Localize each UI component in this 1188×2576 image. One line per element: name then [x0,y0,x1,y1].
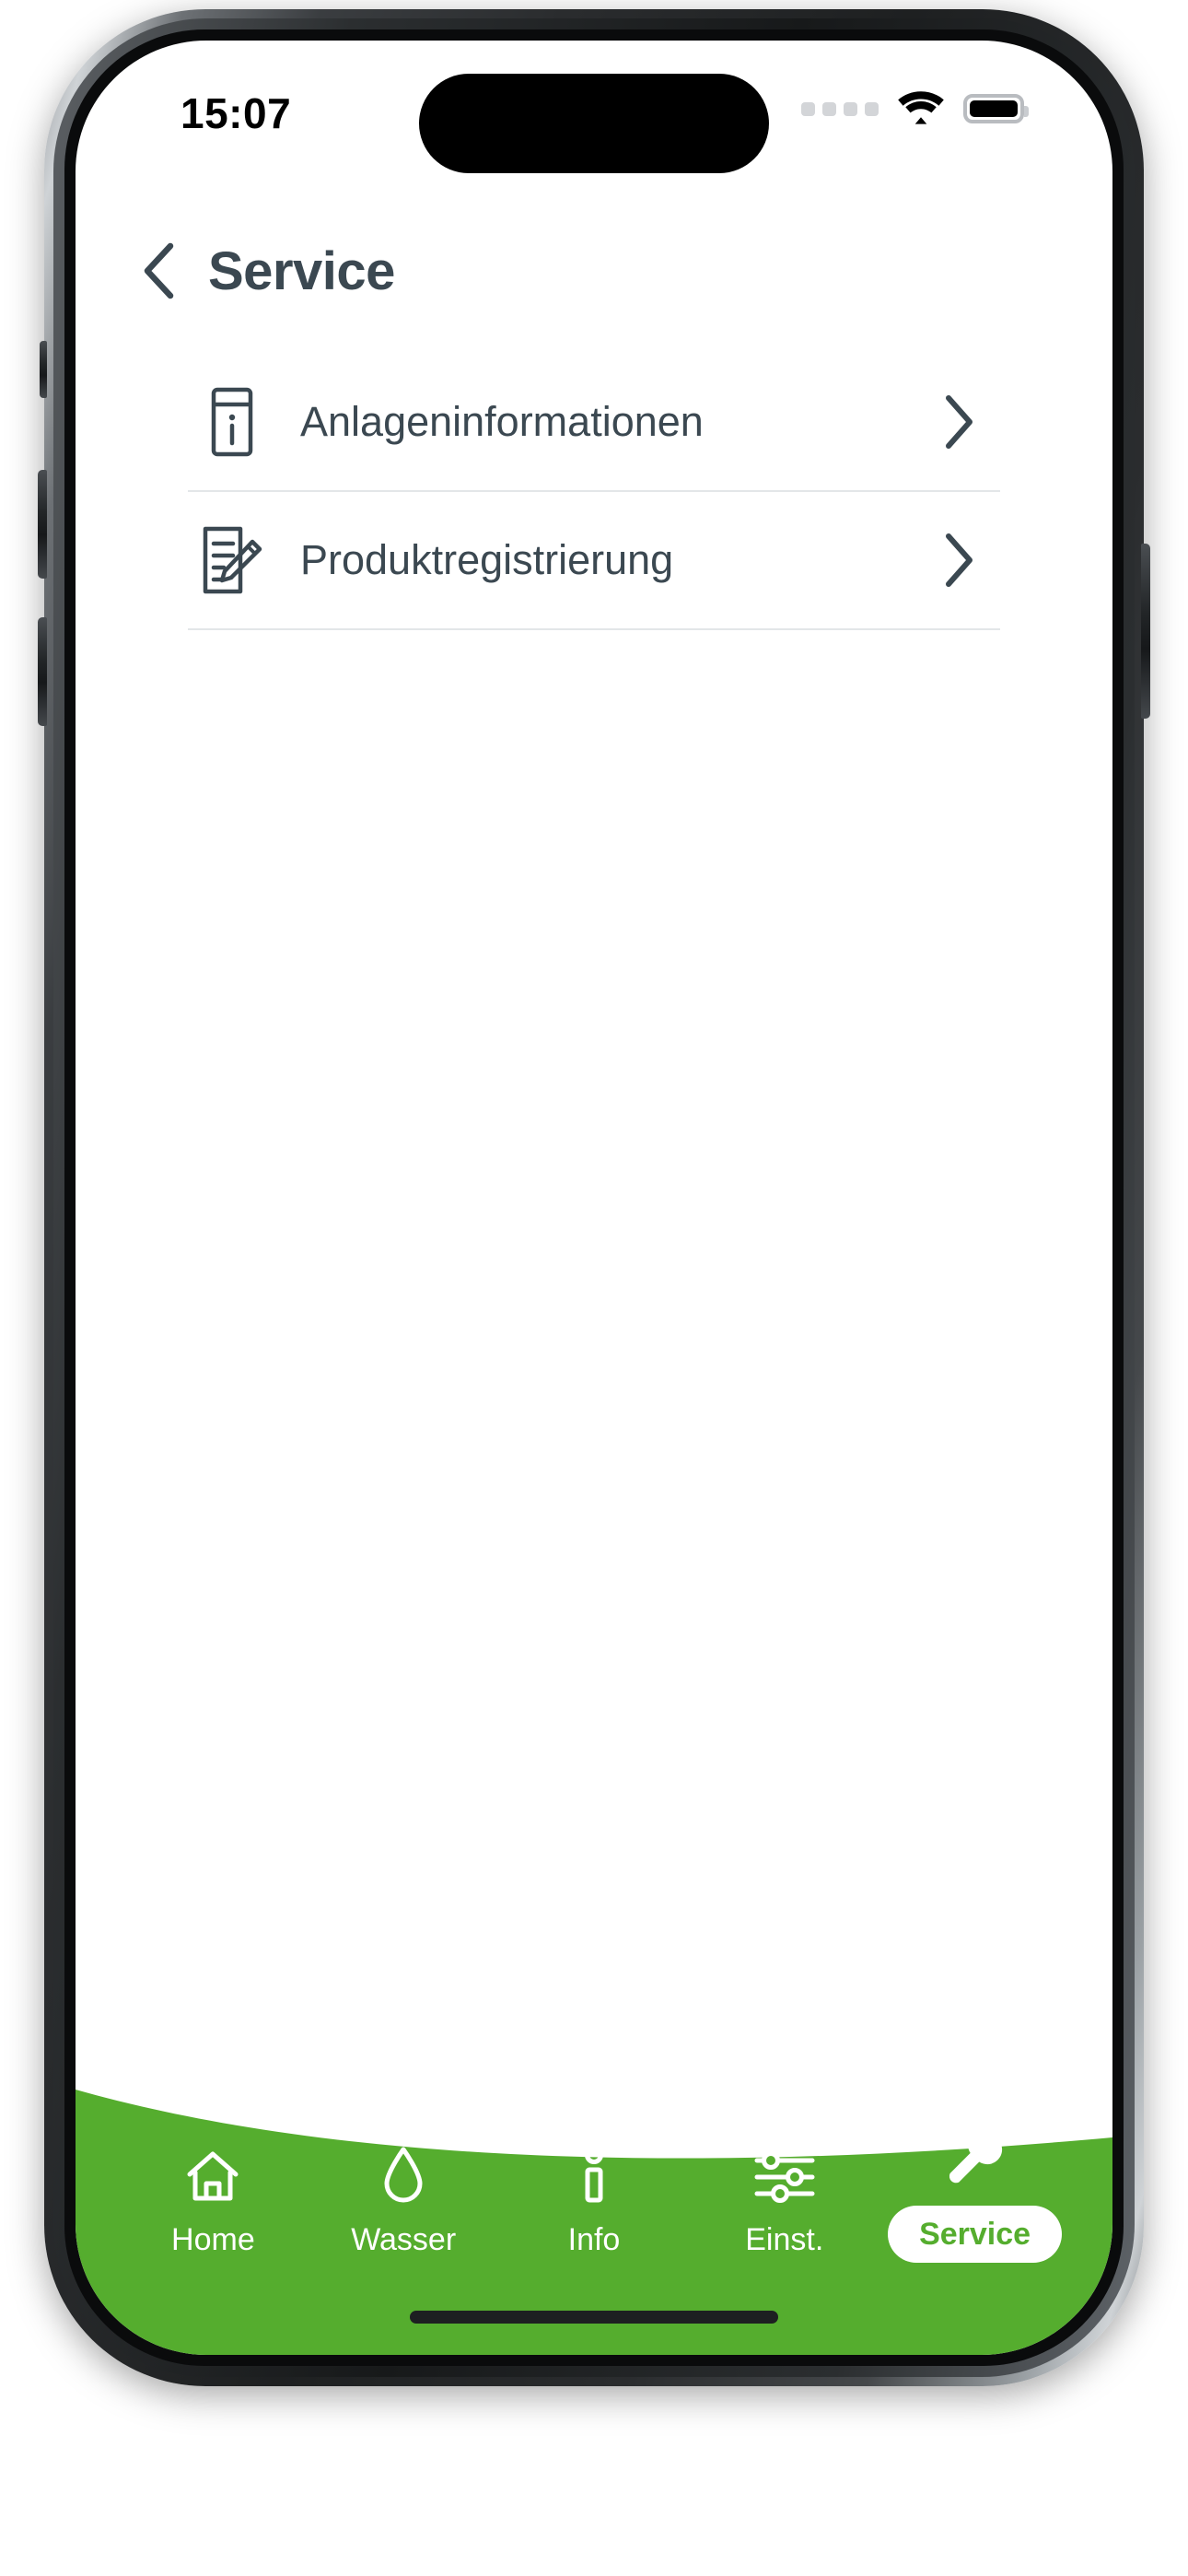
nav-item-service[interactable]: Service [888,2119,1063,2263]
status-bar-icons [801,87,1029,131]
sliders-icon [752,2137,817,2206]
cellular-dot [865,101,879,116]
nav-item-label: Home [171,2222,255,2257]
status-bar-time: 15:07 [181,89,292,137]
status-bar: 15:07 [76,41,1112,179]
document-pencil-icon [188,525,276,595]
back-button[interactable] [129,234,188,308]
cellular-dots-icon [801,101,879,116]
cellular-dot [844,101,857,116]
info-icon [578,2137,610,2206]
wrench-icon [945,2119,1006,2187]
dynamic-island [419,74,769,173]
phone-screen: 15:07 Service Anlageninformationen Produ… [76,41,1112,2355]
volume-up-button[interactable] [38,470,47,579]
bottom-navigation: Home Wasser Info Einst. Service [76,2069,1112,2355]
chevron-left-icon [144,242,174,299]
nav-item-home[interactable]: Home [134,2137,291,2255]
nav-item-info[interactable]: Info [516,2137,672,2255]
silent-switch-button[interactable] [40,341,47,398]
chevron-right-icon[interactable] [917,393,1000,451]
nav-item-label: Info [567,2222,621,2257]
wifi-icon [897,89,945,129]
battery-fill [970,100,1018,117]
water-drop-icon [379,2137,427,2206]
nav-items: Home Wasser Info Einst. Service [76,2119,1112,2263]
home-indicator[interactable] [410,2311,778,2324]
battery-full-icon [963,94,1029,123]
list-item-label: Produktregistrierung [300,536,674,583]
cellular-dot [822,101,836,116]
device-info-icon [188,387,276,457]
phone-frame: 15:07 Service Anlageninformationen Produ… [38,9,1150,2386]
app-header: Service [76,216,1112,326]
nav-item-label: Wasser [351,2222,457,2257]
nav-item-label: Service [888,2206,1063,2263]
nav-item-wasser[interactable]: Wasser [325,2137,482,2255]
nav-item-einstellungen[interactable]: Einst. [706,2137,863,2255]
house-icon [184,2137,241,2206]
volume-down-button[interactable] [38,617,47,726]
nav-item-label: Einst. [745,2222,824,2257]
cellular-dot [801,101,815,116]
page-title: Service [208,240,395,301]
service-list: Anlageninformationen Produktregistrierun… [188,354,1000,630]
list-item-label: Anlageninformationen [300,398,704,445]
power-button[interactable] [1141,544,1150,719]
chevron-right-icon[interactable] [917,532,1000,589]
list-item-produktregistrierung[interactable]: Produktregistrierung [188,492,1000,630]
list-item-anlageninformationen[interactable]: Anlageninformationen [188,354,1000,492]
